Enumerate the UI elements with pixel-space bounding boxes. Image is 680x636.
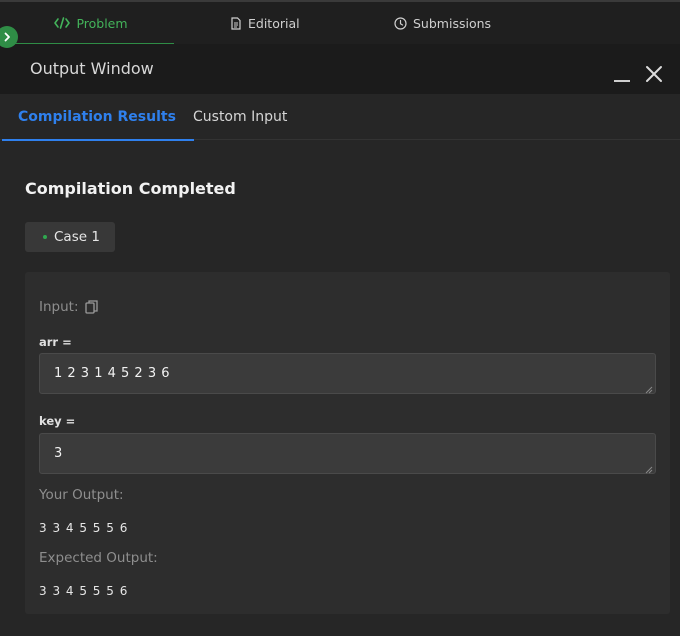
key-value: 3 [54, 446, 63, 461]
minimize-button[interactable] [612, 66, 632, 82]
tab-custom-input-label: Custom Input [193, 109, 288, 125]
top-tab-bar: Problem Editorial Submissions [0, 0, 680, 45]
case-result-panel: Input: arr = 1 2 3 1 4 5 2 3 6 key = 3 Y… [25, 272, 670, 614]
resize-handle-icon[interactable] [645, 383, 653, 394]
tab-problem-label: Problem [76, 15, 128, 31]
copy-icon[interactable] [84, 299, 99, 315]
tab-problem[interactable]: Problem [8, 2, 174, 45]
your-output-label: Your Output: [39, 487, 124, 503]
tab-compilation-results-label: Compilation Results [18, 109, 176, 125]
tab-submissions[interactable]: Submissions [394, 2, 491, 44]
key-label: key = [39, 414, 76, 428]
clock-icon [394, 16, 407, 30]
expected-output-label: Expected Output: [39, 550, 158, 566]
case-label: Case 1 [54, 229, 100, 245]
output-tabs: Compilation Results Custom Input [0, 94, 680, 141]
tab-editorial-label: Editorial [248, 15, 300, 31]
tab-compilation-results[interactable]: Compilation Results [2, 94, 194, 141]
expected-output-value: 3 3 4 5 5 5 6 [39, 584, 129, 598]
arr-value-field[interactable]: 1 2 3 1 4 5 2 3 6 [39, 353, 656, 394]
arr-value: 1 2 3 1 4 5 2 3 6 [54, 366, 170, 381]
case-status-dot [43, 235, 47, 239]
input-label: Input: [39, 299, 79, 315]
tab-submissions-label: Submissions [413, 15, 492, 31]
chevron-right-icon [2, 32, 12, 42]
code-icon [54, 17, 71, 29]
close-button[interactable] [644, 64, 664, 84]
tab-custom-input[interactable]: Custom Input [193, 94, 287, 140]
output-window-header: Output Window [0, 44, 680, 94]
close-icon [644, 64, 664, 84]
tab-editorial[interactable]: Editorial [230, 2, 300, 44]
arr-label: arr = [39, 335, 72, 349]
case-1-tab[interactable]: Case 1 [25, 222, 115, 252]
resize-handle-icon[interactable] [645, 463, 653, 474]
compilation-status: Compilation Completed [25, 179, 236, 198]
minimize-icon [614, 80, 630, 82]
output-window: Output Window Compilation Results Custom… [0, 44, 680, 636]
input-heading: Input: [39, 299, 99, 315]
document-icon [230, 16, 242, 30]
active-subtab-indicator [2, 139, 194, 141]
output-window-title: Output Window [30, 59, 154, 78]
your-output-value: 3 3 4 5 5 5 6 [39, 521, 129, 535]
key-value-field[interactable]: 3 [39, 433, 656, 474]
